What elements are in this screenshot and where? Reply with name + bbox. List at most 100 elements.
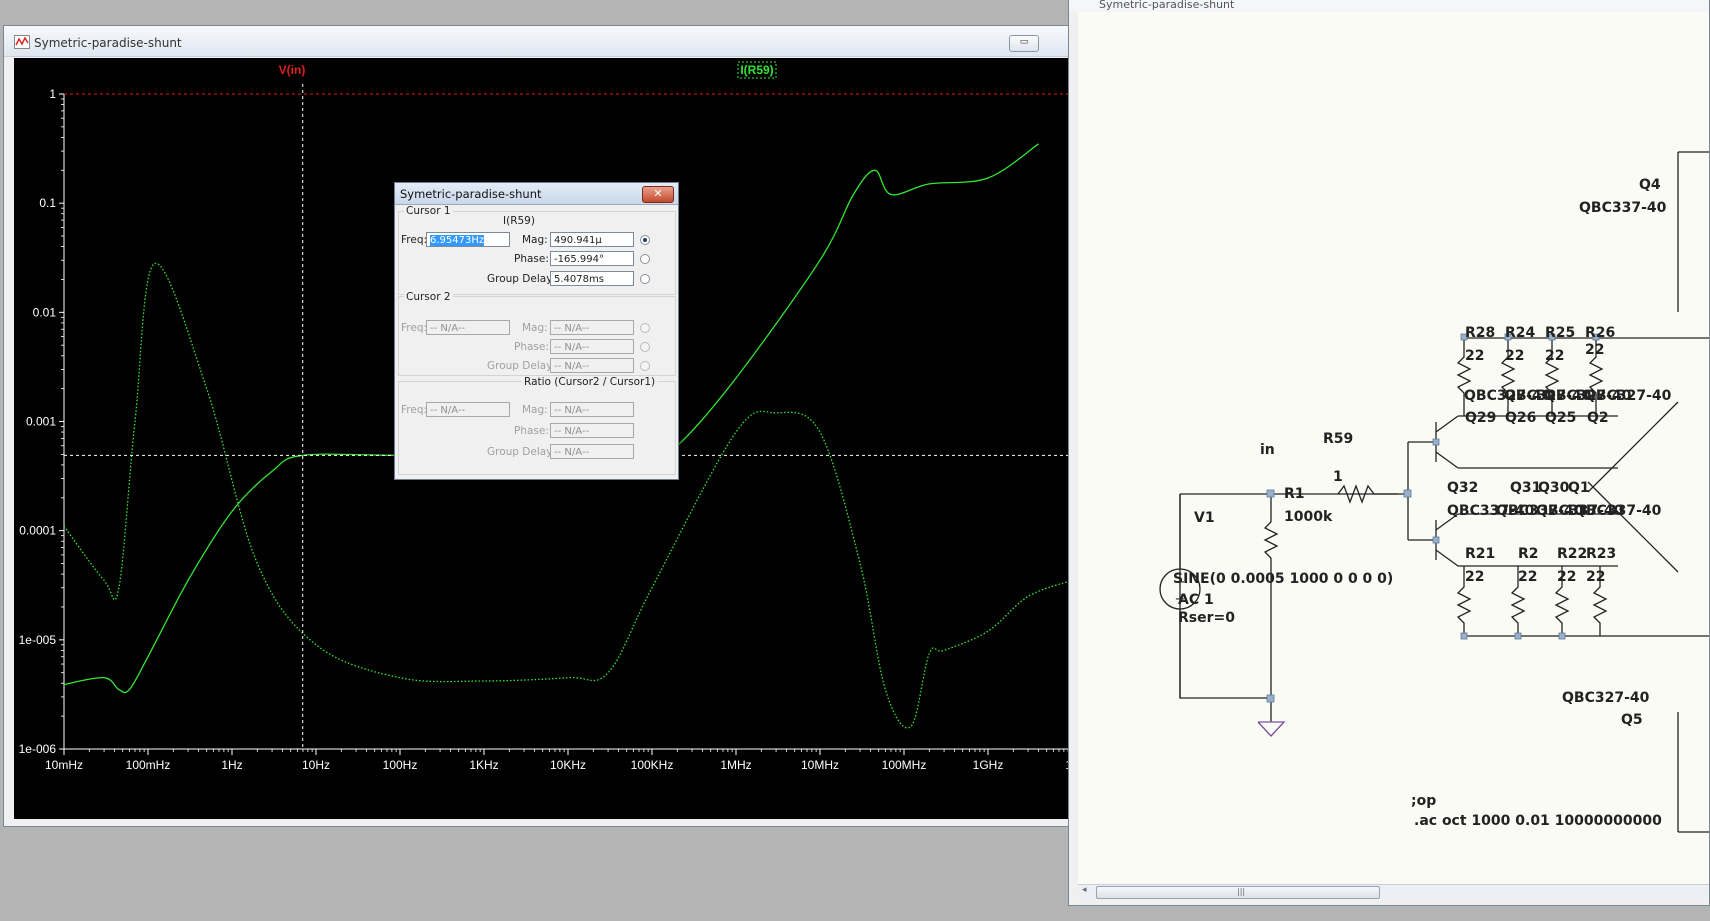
- label-q4[interactable]: Q4: [1639, 177, 1661, 193]
- schematic-window-titlebar[interactable]: Symetric-paradise-shunt: [1069, 0, 1709, 12]
- plot-window-title: Symetric-paradise-shunt: [34, 36, 182, 50]
- label-r26-value[interactable]: 22: [1585, 342, 1604, 358]
- freq-field[interactable]: 6.95473Hz: [426, 232, 510, 247]
- schematic-drawing[interactable]: + −: [1078, 12, 1709, 885]
- minimize-button[interactable]: ▭: [1009, 35, 1039, 52]
- y-tick-label: 0.001: [26, 415, 56, 429]
- phase-label: Phase:: [514, 253, 549, 265]
- schematic-window-title: Symetric-paradise-shunt: [1099, 0, 1235, 11]
- freq-label: Freq:: [401, 234, 428, 246]
- mag-field[interactable]: 490.941µ: [550, 232, 634, 247]
- label-q5[interactable]: Q5: [1621, 712, 1643, 728]
- mag-ratio-label: Mag:: [522, 404, 548, 416]
- label-r23[interactable]: R23: [1586, 546, 1616, 562]
- label-qbc327-bottom[interactable]: QBC327-40: [1562, 690, 1649, 706]
- phase-field[interactable]: -165.994°: [550, 251, 634, 266]
- label-r59-value[interactable]: 1: [1333, 469, 1343, 485]
- mag2-radio: [640, 323, 650, 333]
- label-q2[interactable]: Q2: [1587, 410, 1609, 426]
- group-delay-field[interactable]: 5.4078ms: [550, 271, 634, 286]
- label-q-lower-model-4[interactable]: QBC337-40: [1574, 503, 1661, 519]
- phase-radio[interactable]: [640, 254, 650, 264]
- spice-directive-op[interactable]: ;op: [1411, 793, 1436, 809]
- label-sine[interactable]: SINE(0 0.0005 1000 0 0 0 0): [1173, 571, 1393, 587]
- schematic-canvas[interactable]: + − Q4 QBC337-40 R28 R24 R25 R26 22 22 2…: [1078, 12, 1709, 885]
- label-r23-value[interactable]: 22: [1586, 569, 1605, 585]
- y-tick-label: 1e-006: [19, 742, 57, 756]
- mag2-label: Mag:: [522, 322, 548, 334]
- trace-label-ir59[interactable]: I(R59): [740, 63, 773, 77]
- y-tick-label: 0.0001: [19, 524, 56, 538]
- label-r24-value[interactable]: 22: [1505, 348, 1524, 364]
- group-delay-label: Group Delay:: [487, 273, 556, 285]
- label-qbc337-top[interactable]: QBC337-40: [1579, 200, 1666, 216]
- label-r28[interactable]: R28: [1465, 325, 1495, 341]
- x-tick-label: 1KHz: [469, 758, 498, 772]
- cursor-dialog-titlebar[interactable]: Symetric-paradise-shunt ✕: [395, 183, 678, 205]
- x-tick-label: 1MHz: [720, 758, 751, 772]
- phase2-field: -- N/A--: [550, 339, 634, 354]
- label-r21[interactable]: R21: [1465, 546, 1495, 562]
- x-tick-label: 10mHz: [45, 758, 83, 772]
- mag2-field: -- N/A--: [550, 320, 634, 335]
- mag-label: Mag:: [522, 234, 548, 246]
- label-r22[interactable]: R22: [1557, 546, 1587, 562]
- mag-radio[interactable]: [640, 235, 650, 245]
- label-q26[interactable]: Q26: [1505, 410, 1536, 426]
- label-r24[interactable]: R24: [1505, 325, 1535, 341]
- freq-ratio-label: Freq:: [401, 404, 428, 416]
- group-delay-ratio-label: Group Delay:: [487, 446, 556, 458]
- x-tick-label: 100MHz: [882, 758, 927, 772]
- plot-window-titlebar[interactable]: Symetric-paradise-shunt ▭: [4, 26, 1072, 57]
- label-r22-value[interactable]: 22: [1557, 569, 1576, 585]
- waveform-icon: [14, 35, 30, 49]
- freq2-label: Freq:: [401, 322, 428, 334]
- close-button[interactable]: ✕: [642, 186, 674, 203]
- label-rser[interactable]: Rser=0: [1178, 610, 1235, 626]
- label-r25[interactable]: R25: [1545, 325, 1575, 341]
- label-q-upper-model-4[interactable]: QBC327-40: [1584, 388, 1671, 404]
- label-in[interactable]: in: [1260, 442, 1275, 458]
- x-tick-label: 100Hz: [383, 758, 418, 772]
- plot-area[interactable]: 1 0.1 0.01 0.001 0.0001 1e-005 1e-006 10mHz 100m…: [14, 58, 1072, 819]
- label-q25[interactable]: Q25: [1545, 410, 1576, 426]
- label-q32[interactable]: Q32: [1447, 480, 1478, 496]
- label-r28-value[interactable]: 22: [1465, 348, 1484, 364]
- scrollbar-thumb[interactable]: |||: [1096, 886, 1380, 899]
- label-r21-value[interactable]: 22: [1465, 569, 1484, 585]
- ratio-label: Ratio (Cursor2 / Cursor1): [522, 376, 658, 388]
- y-tick-label: 1e-005: [19, 633, 57, 647]
- horizontal-scrollbar[interactable]: ◂ |||: [1078, 884, 1709, 899]
- x-tick-label: 10MHz: [801, 758, 839, 772]
- label-q30[interactable]: Q30: [1538, 480, 1569, 496]
- label-r1-value[interactable]: 1000k: [1284, 509, 1332, 525]
- spice-directive-ac[interactable]: .ac oct 1000 0.01 10000000000: [1414, 813, 1662, 829]
- label-r1[interactable]: R1: [1284, 486, 1305, 502]
- x-tick-label: 100KHz: [631, 758, 674, 772]
- label-q1[interactable]: Q1: [1568, 480, 1590, 496]
- phase2-label: Phase:: [514, 341, 549, 353]
- label-q31[interactable]: Q31: [1510, 480, 1541, 496]
- label-v1[interactable]: V1: [1194, 510, 1215, 526]
- x-tick-label: 1Hz: [221, 758, 242, 772]
- freq-ratio-field: -- N/A--: [426, 402, 510, 417]
- group-delay-radio[interactable]: [640, 274, 650, 284]
- mag-ratio-field: -- N/A--: [550, 402, 634, 417]
- label-r26[interactable]: R26: [1585, 325, 1615, 341]
- y-tick-label: 0.01: [33, 305, 57, 319]
- trace-label-vin[interactable]: V(in): [279, 63, 306, 77]
- cursor-dialog[interactable]: Symetric-paradise-shunt ✕ Cursor 1 I(R59…: [394, 182, 679, 480]
- label-r2-value[interactable]: 22: [1518, 569, 1537, 585]
- group-delay-ratio-field: -- N/A--: [550, 444, 634, 459]
- label-q29[interactable]: Q29: [1465, 410, 1496, 426]
- label-r2[interactable]: R2: [1518, 546, 1539, 562]
- group-delay2-label: Group Delay:: [487, 360, 556, 372]
- phase-ratio-field: -- N/A--: [550, 423, 634, 438]
- label-r25-value[interactable]: 22: [1545, 348, 1564, 364]
- label-r59[interactable]: R59: [1323, 431, 1353, 447]
- label-ac[interactable]: AC 1: [1178, 592, 1214, 608]
- x-tick-label: 10Hz: [302, 758, 330, 772]
- scroll-left-icon[interactable]: ◂: [1082, 885, 1087, 895]
- y-tick-label: 0.1: [39, 196, 56, 210]
- group-delay2-field: -- N/A--: [550, 358, 634, 373]
